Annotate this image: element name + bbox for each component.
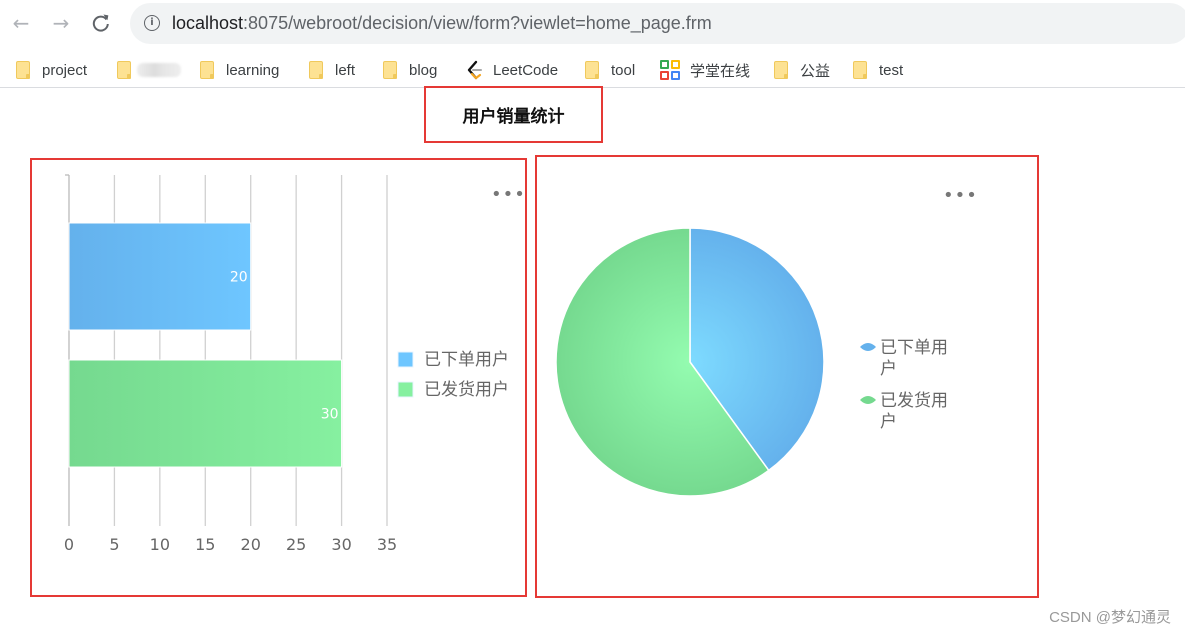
bookmark-redacted[interactable] <box>117 58 181 82</box>
bar-data-label: 20 <box>230 270 248 286</box>
url-path: :8075/webroot/decision/view/form?viewlet… <box>243 13 712 33</box>
bookmark-label: 学堂在线 <box>690 62 751 80</box>
bar-ordered-users <box>68 222 252 331</box>
bookmark-project[interactable]: project <box>16 58 87 82</box>
x-tick-label: 20 <box>241 535 261 554</box>
folder-icon <box>117 61 131 79</box>
bar-chart: 20 30 0 5 10 15 20 25 30 35 已下单用户已发货用户 <box>64 174 509 554</box>
xuetangx-icon <box>660 60 680 80</box>
folder-icon <box>853 61 867 79</box>
folder-icon <box>774 61 788 79</box>
bookmark-label: test <box>879 61 904 79</box>
folder-icon <box>16 61 30 79</box>
bookmark-test[interactable]: test <box>853 58 903 82</box>
x-tick-label: 15 <box>195 535 215 554</box>
url-text[interactable]: localhost:8075/webroot/decision/view/for… <box>172 13 712 34</box>
folder-icon <box>585 61 599 79</box>
bookmark-tool[interactable]: tool <box>585 58 635 82</box>
page-title: 用户销量统计 <box>462 107 565 127</box>
legend-label: 已发货用 <box>880 391 948 411</box>
legend-marker <box>860 396 876 404</box>
bookmark-label: learning <box>226 61 280 79</box>
legend-label: 已发货用户 <box>424 380 509 400</box>
reload-icon <box>92 14 109 32</box>
legend-label: 已下单用户 <box>424 350 509 370</box>
pie-chart-panel: ••• 已下单用户已发货用户 <box>535 155 1039 598</box>
redacted-label <box>137 63 181 77</box>
page-title-box: 用户销量统计 <box>424 86 603 143</box>
x-tick-label: 30 <box>331 535 351 554</box>
forward-button[interactable]: → <box>48 10 74 36</box>
bookmark-label: left <box>335 61 356 79</box>
legend-label: 户 <box>880 412 897 432</box>
legend-swatch <box>397 381 414 398</box>
leetcode-icon <box>467 60 482 80</box>
address-bar[interactable]: i localhost:8075/webroot/decision/view/f… <box>130 3 1185 44</box>
url-host: localhost <box>172 13 244 33</box>
bookmark-label: project <box>42 61 88 79</box>
legend-marker <box>860 343 876 351</box>
x-tick-label: 25 <box>286 535 306 554</box>
bookmark-xuetangx[interactable]: 学堂在线 <box>660 58 750 82</box>
reload-button[interactable] <box>88 10 114 36</box>
bookmark-leetcode[interactable]: LeetCode <box>465 58 558 82</box>
bookmark-label: blog <box>409 61 438 79</box>
bookmark-label: 公益 <box>800 62 831 80</box>
folder-icon <box>200 61 214 79</box>
folder-icon <box>383 61 397 79</box>
legend-label: 已下单用 <box>880 338 948 358</box>
bar-chart-panel: ••• 20 30 0 5 10 15 20 25 30 35 已下单用户 已发货用户 <box>30 158 527 597</box>
bookmark-blog[interactable]: blog <box>383 58 437 82</box>
folder-icon <box>309 61 323 79</box>
bar-data-label: 30 <box>321 407 339 423</box>
legend-swatch <box>397 351 414 368</box>
x-tick-label: 0 <box>64 535 74 554</box>
bookmark-learning[interactable]: learning <box>200 58 279 82</box>
site-info-icon[interactable]: i <box>144 15 160 31</box>
bar-shipped-users <box>68 359 343 468</box>
bookmarks-bar: project learning left blog LeetCode tool… <box>0 52 1185 88</box>
x-tick-label: 5 <box>109 535 119 554</box>
x-tick-label: 10 <box>150 535 170 554</box>
bookmark-label: LeetCode <box>493 61 559 79</box>
back-button[interactable]: ← <box>8 10 34 36</box>
x-tick-label: 35 <box>377 535 397 554</box>
bookmark-gongyi[interactable]: 公益 <box>774 58 830 82</box>
bookmark-label: tool <box>611 61 636 79</box>
legend-label: 户 <box>880 359 897 379</box>
browser-toolbar: ← → i localhost:8075/webroot/decision/vi… <box>0 0 1185 48</box>
pie-chart: 已下单用户已发货用户 <box>555 227 948 497</box>
bookmark-left[interactable]: left <box>309 58 355 82</box>
watermark: CSDN @梦幻通灵 <box>1049 609 1171 626</box>
